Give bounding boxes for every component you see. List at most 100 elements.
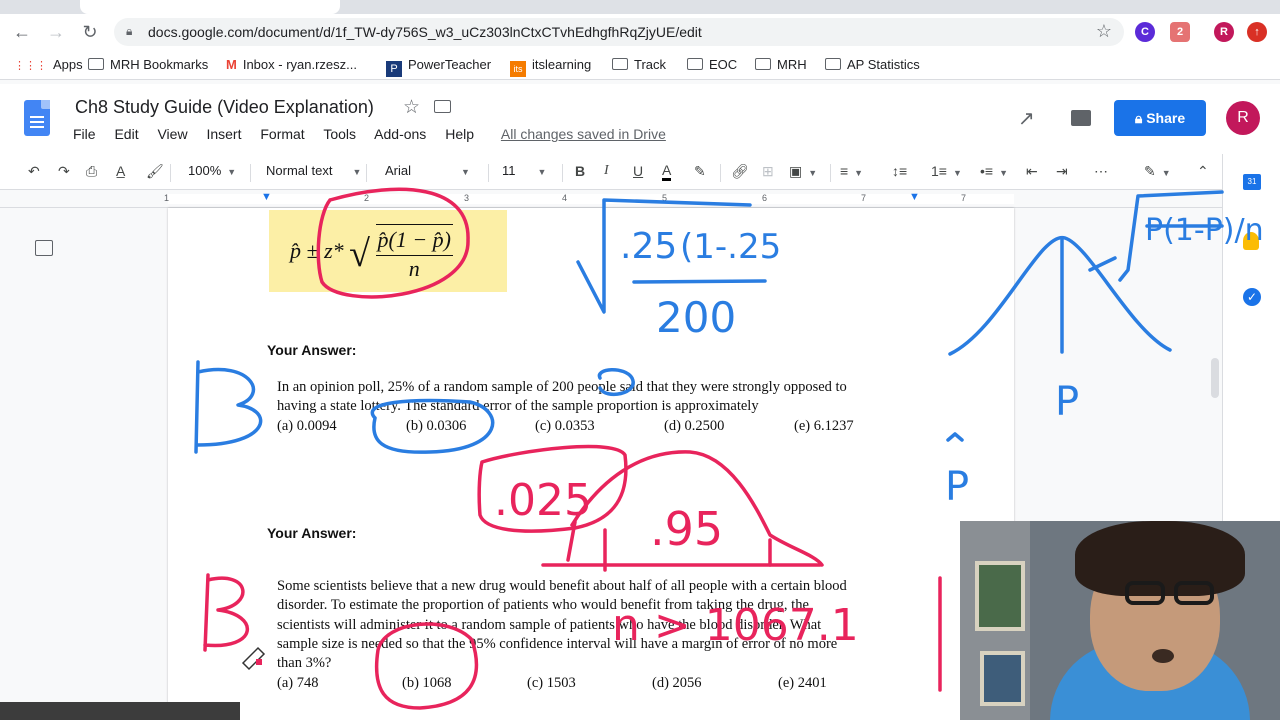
right-indent-marker[interactable]: ▼ (909, 191, 920, 203)
ruler-page-band (168, 194, 1014, 204)
bookmark-eoc[interactable]: EOC (687, 57, 737, 72)
logo-line (30, 126, 44, 128)
comment-history-icon[interactable] (1071, 110, 1091, 126)
saved-status-link[interactable]: All changes saved in Drive (501, 126, 666, 142)
bookmark-star-icon[interactable]: ☆ (1096, 21, 1112, 42)
ruler-number: 1 (164, 193, 170, 203)
decrease-indent-icon[interactable]: ⇤ (1026, 163, 1038, 180)
more-icon[interactable]: ⋯ (1094, 163, 1108, 180)
font-select[interactable]: Arial ▼ (385, 163, 470, 178)
extension-c-icon[interactable]: C (1135, 22, 1155, 42)
line-spacing-icon[interactable]: ↕≡ (892, 163, 907, 179)
style-select[interactable]: Normal text ▼ (266, 163, 361, 178)
formula-fraction: p̂(1 − p̂) n (375, 224, 453, 282)
print-icon[interactable]: ⎙ (86, 163, 97, 180)
extension-badge-count: 2 (1176, 26, 1184, 38)
star-icon[interactable]: ☆ (403, 96, 420, 119)
highlight-icon[interactable]: ✎ (694, 163, 706, 180)
insert-image-icon[interactable]: ▣ ▼ (789, 163, 817, 180)
document-outline-icon[interactable] (35, 240, 53, 256)
toolbar-divider (562, 164, 563, 182)
collapse-menus-icon[interactable]: ⌃ (1197, 163, 1209, 180)
reload-icon[interactable]: ↻ (80, 22, 100, 42)
chevron-down-icon: ▼ (227, 167, 237, 177)
bookmark-mrh[interactable]: MRH (755, 57, 807, 72)
question-2-line: than 3%? (277, 655, 332, 671)
font-size-select[interactable]: 11 ▼ (502, 163, 546, 178)
font-size-value: 11 (502, 163, 516, 178)
text-color-icon[interactable]: A (662, 163, 672, 181)
framed-picture (980, 651, 1025, 706)
profile-initial: R (1220, 26, 1228, 38)
zoom-select[interactable]: 100% ▼ (188, 163, 236, 178)
toolbar-divider (170, 164, 171, 182)
bookmark-inbox[interactable]: M Inbox - ryan.rzesz... (226, 57, 357, 72)
share-label: Share (1146, 110, 1186, 126)
url-text[interactable]: docs.google.com/document/d/1f_TW-dy756S_… (148, 24, 702, 40)
folder-icon (825, 58, 841, 70)
calendar-icon[interactable]: 31 (1243, 174, 1261, 190)
italic-icon[interactable]: I (604, 163, 609, 179)
logo-line (30, 116, 44, 118)
bookmark-itslearning[interactable]: its itslearning (510, 57, 591, 77)
paint-format-icon[interactable]: 🖌︎ (146, 163, 164, 180)
bookmark-label: Inbox - ryan.rzesz... (242, 57, 357, 72)
profile-avatar[interactable]: R (1214, 22, 1234, 42)
share-button[interactable]: 🔒︎ Share (1114, 100, 1206, 136)
add-comment-icon[interactable]: ⊞ (762, 163, 774, 180)
powerteacher-icon: P (386, 61, 402, 77)
ruler[interactable]: 1 2 3 4 5 6 7 7 ▼ ▼ (0, 190, 1222, 208)
bookmark-apps[interactable]: ⋮⋮⋮ Apps (14, 57, 83, 72)
forward-icon[interactable]: → (46, 22, 66, 42)
question-1-line: having a state lottery. The standard err… (277, 398, 759, 414)
bookmark-powerteacher[interactable]: P PowerTeacher (386, 57, 491, 77)
move-folder-icon[interactable] (434, 100, 451, 113)
tasks-icon[interactable]: ✓ (1243, 288, 1261, 306)
browser-active-tab[interactable] (80, 0, 340, 14)
gmail-icon: M (226, 57, 237, 72)
menu-insert[interactable]: Insert (206, 126, 241, 142)
back-icon[interactable]: ← (12, 22, 32, 42)
chevron-down-icon: ▼ (999, 168, 1008, 178)
menu-view[interactable]: View (157, 126, 187, 142)
document-title[interactable]: Ch8 Study Guide (Video Explanation) (75, 97, 374, 118)
redo-icon[interactable]: ↷ (58, 163, 70, 180)
numbered-list-icon[interactable]: 1≡ ▼ (931, 163, 962, 179)
activity-dashboard-icon[interactable]: ↗ (1018, 106, 1035, 131)
omnibox[interactable]: 🔒︎ docs.google.com/document/d/1f_TW-dy75… (114, 18, 1124, 46)
left-indent-marker[interactable]: ▼ (261, 191, 272, 203)
spellcheck-icon[interactable]: A̲ (116, 163, 125, 179)
menu-help[interactable]: Help (445, 126, 474, 142)
ruler-number: 7 (861, 193, 867, 203)
underline-icon[interactable]: U (633, 163, 643, 179)
undo-icon[interactable]: ↶ (28, 163, 40, 180)
menu-file[interactable]: File (73, 126, 96, 142)
bookmark-track[interactable]: Track (612, 57, 666, 72)
question-2-line: disorder. To estimate the proportion of … (277, 597, 809, 613)
editing-mode-icon[interactable]: ✎ ▼ (1144, 163, 1171, 180)
ruler-number: 7 (961, 193, 967, 203)
bulleted-list-icon[interactable]: •≡ ▼ (980, 163, 1008, 179)
chevron-down-icon: ▼ (854, 168, 864, 178)
toolbar-divider (250, 164, 251, 182)
bold-icon[interactable]: B (575, 163, 585, 179)
link-icon[interactable]: 🔗︎ (731, 163, 749, 180)
extension-badge-icon[interactable]: 2 (1170, 22, 1190, 42)
bookmark-mrh-bookmarks[interactable]: MRH Bookmarks (88, 57, 208, 72)
scrollbar-thumb[interactable] (1211, 358, 1219, 398)
increase-indent-icon[interactable]: ⇥ (1056, 163, 1068, 180)
align-icon[interactable]: ≡ ▼ (840, 163, 863, 179)
menu-edit[interactable]: Edit (114, 126, 138, 142)
docs-logo-icon[interactable] (24, 100, 50, 136)
menu-format[interactable]: Format (260, 126, 304, 142)
ruler-number: 3 (464, 193, 470, 203)
choice-c: (c) 0.0353 (535, 418, 595, 434)
menu-tools[interactable]: Tools (323, 126, 356, 142)
update-icon[interactable]: ↑ (1247, 22, 1267, 42)
bookmark-ap-statistics[interactable]: AP Statistics (825, 57, 920, 72)
choice-b: (b) 0.0306 (406, 418, 467, 434)
folder-icon (687, 58, 703, 70)
account-avatar[interactable]: R (1226, 101, 1260, 135)
menu-add-ons[interactable]: Add-ons (374, 126, 426, 142)
keep-icon[interactable] (1243, 232, 1259, 250)
